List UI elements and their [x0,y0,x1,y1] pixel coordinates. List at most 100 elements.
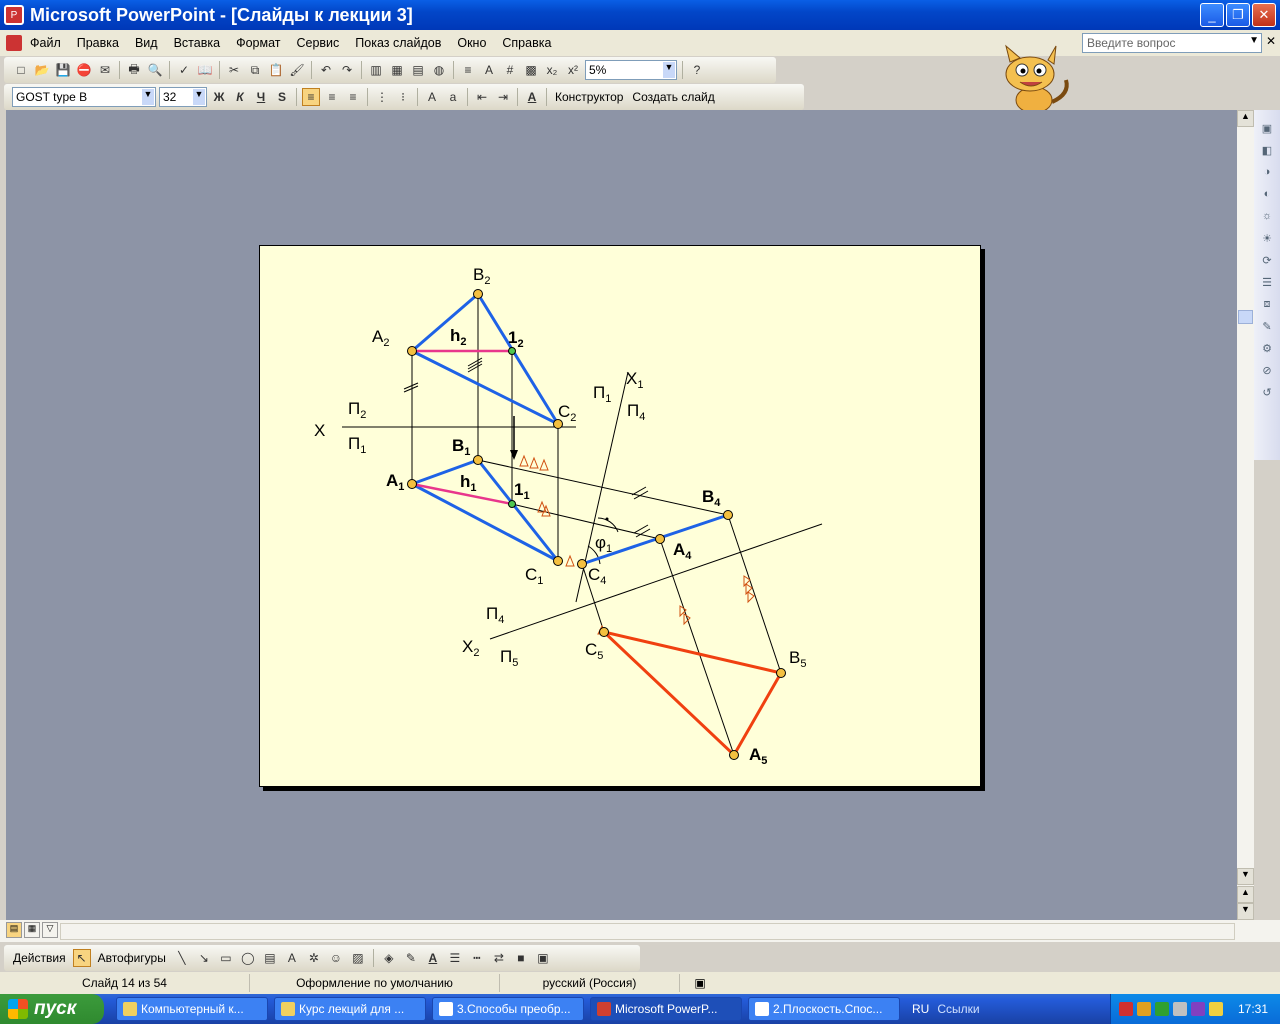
chart-icon[interactable]: ▥ [367,61,385,79]
oval-icon[interactable]: ◯ [239,949,257,967]
select-pointer-icon[interactable]: ↖ [72,949,91,967]
spelling-icon[interactable]: ✓ [175,61,193,79]
line-style-icon[interactable]: ☰ [446,949,464,967]
email-icon[interactable]: ✉ [96,61,114,79]
chevron-down-icon[interactable]: ▼ [142,89,154,105]
brightness-down-icon[interactable]: ☀ [1259,232,1275,248]
arrow-style-icon[interactable]: ⇄ [490,949,508,967]
document-icon[interactable] [6,35,22,51]
font-color-icon[interactable]: A [523,88,541,106]
redo-icon[interactable]: ↷ [338,61,356,79]
player-icon[interactable] [1191,1002,1205,1016]
diagram-icon[interactable]: ◍ [430,61,448,79]
underline-button[interactable]: Ч [252,88,270,106]
new-icon[interactable]: □ [12,61,30,79]
chevron-down-icon[interactable]: ▼ [193,89,205,105]
menu-help[interactable]: Справка [494,36,559,50]
document-close-button[interactable]: ✕ [1266,34,1276,48]
antivirus-icon[interactable] [1119,1002,1133,1016]
save-icon[interactable]: 💾 [54,61,72,79]
menu-window[interactable]: Окно [449,36,494,50]
open-icon[interactable]: 📂 [33,61,51,79]
fill-color-icon[interactable]: ◈ [380,949,398,967]
superscript-icon[interactable]: x² [564,61,582,79]
expand-all-icon[interactable]: ≡ [459,61,477,79]
line-style-icon[interactable]: ☰ [1259,276,1275,292]
links-toolbar[interactable]: Ссылки [937,1002,979,1016]
italic-button[interactable]: К [231,88,249,106]
tables-borders-icon[interactable]: ▤ [409,61,427,79]
paste-icon[interactable]: 📋 [267,61,285,79]
volume-icon[interactable] [1209,1002,1223,1016]
language-indicator[interactable]: RU [912,1002,929,1016]
menu-slideshow[interactable]: Показ слайдов [347,36,449,50]
align-left-icon[interactable]: ≡ [302,88,320,106]
chevron-down-icon[interactable]: ▼ [663,62,675,78]
taskbar-item[interactable]: Курс лекций для ... [274,997,426,1021]
start-button[interactable]: пуск [0,994,104,1024]
color-grayscale-icon[interactable]: ▩ [522,61,540,79]
crop-icon[interactable]: ◧ [1259,144,1275,160]
new-slide-button[interactable]: Создать слайд [629,90,717,104]
reset-picture-icon[interactable]: ↺ [1259,386,1275,402]
numbering-icon[interactable]: ⋮ [373,88,391,106]
bullets-icon[interactable]: ⁝ [394,88,412,106]
recolor-icon[interactable]: ✎ [1259,320,1275,336]
shadow-button[interactable]: S [273,88,291,106]
taskbar-item[interactable]: Компьютерный к... [116,997,268,1021]
textbox-icon[interactable]: ▤ [261,949,279,967]
maximize-button[interactable]: ❐ [1226,3,1250,27]
menu-tools[interactable]: Сервис [288,36,347,50]
menu-format[interactable]: Формат [228,36,288,50]
menu-file[interactable]: Файл [22,36,69,50]
scroll-thumb[interactable] [1238,310,1253,324]
next-slide-icon[interactable]: ▼ [1237,903,1254,920]
slide-sorter-icon[interactable]: ▦ [24,922,40,938]
contrast-icon[interactable]: ◑ [1259,166,1275,182]
normal-view-icon[interactable]: ▤ [6,922,22,938]
close-button[interactable]: ✕ [1252,3,1276,27]
brightness-up-icon[interactable]: ☼ [1259,210,1275,226]
compress-icon[interactable]: ⧈ [1259,298,1275,314]
copy-icon[interactable]: ⧉ [246,61,264,79]
subscript-icon[interactable]: x₂ [543,61,561,79]
wordart-icon[interactable]: A [283,949,301,967]
increase-font-icon[interactable]: A [423,88,441,106]
format-painter-icon[interactable]: 🖌 [288,61,306,79]
shadow-style-icon[interactable]: ■ [512,949,530,967]
taskbar-item[interactable]: 2.Плоскость.Спос... [748,997,900,1021]
actions-menu[interactable]: Действия [10,951,69,965]
clipart-icon[interactable]: ☺ [327,949,345,967]
powerpoint-icon[interactable]: P [4,5,24,25]
font-color-icon[interactable]: A [424,949,442,967]
insert-picture-icon[interactable]: ▣ [1259,122,1275,138]
align-center-icon[interactable]: ≡ [323,88,341,106]
rectangle-icon[interactable]: ▭ [217,949,235,967]
scroll-up-icon[interactable]: ▲ [1237,110,1254,127]
menu-view[interactable]: Вид [127,36,166,50]
cut-icon[interactable]: ✂ [225,61,243,79]
decrease-font-icon[interactable]: a [444,88,462,106]
line-icon[interactable]: ╲ [173,949,191,967]
increase-indent-icon[interactable]: ⇥ [494,88,512,106]
table-icon[interactable]: ▦ [388,61,406,79]
minimize-button[interactable]: _ [1200,3,1224,27]
font-size-select[interactable]: 32 ▼ [159,87,207,107]
decrease-indent-icon[interactable]: ⇤ [473,88,491,106]
arrow-icon[interactable]: ↘ [195,949,213,967]
diagram-icon[interactable]: ✲ [305,949,323,967]
research-icon[interactable]: 📖 [196,61,214,79]
horizontal-scrollbar[interactable] [60,923,1235,940]
taskbar-item[interactable]: 3.Способы преобр... [432,997,584,1021]
prev-slide-icon[interactable]: ▲ [1237,886,1254,903]
zoom-select[interactable]: 5% ▼ [585,60,677,80]
3d-style-icon[interactable]: ▣ [534,949,552,967]
preview-icon[interactable]: 🔍 [146,61,164,79]
slide[interactable]: B2 A2 h2 12 C2 X П2 П1 B1 A1 h1 11 C1 X1… [259,245,981,787]
designer-button[interactable]: Конструктор [552,90,626,104]
brightness-icon[interactable]: ◐ [1259,188,1275,204]
dash-style-icon[interactable]: ┅ [468,949,486,967]
help-icon[interactable]: ? [688,61,706,79]
grid-icon[interactable]: # [501,61,519,79]
taskbar-item-active[interactable]: Microsoft PowerP... [590,997,742,1021]
